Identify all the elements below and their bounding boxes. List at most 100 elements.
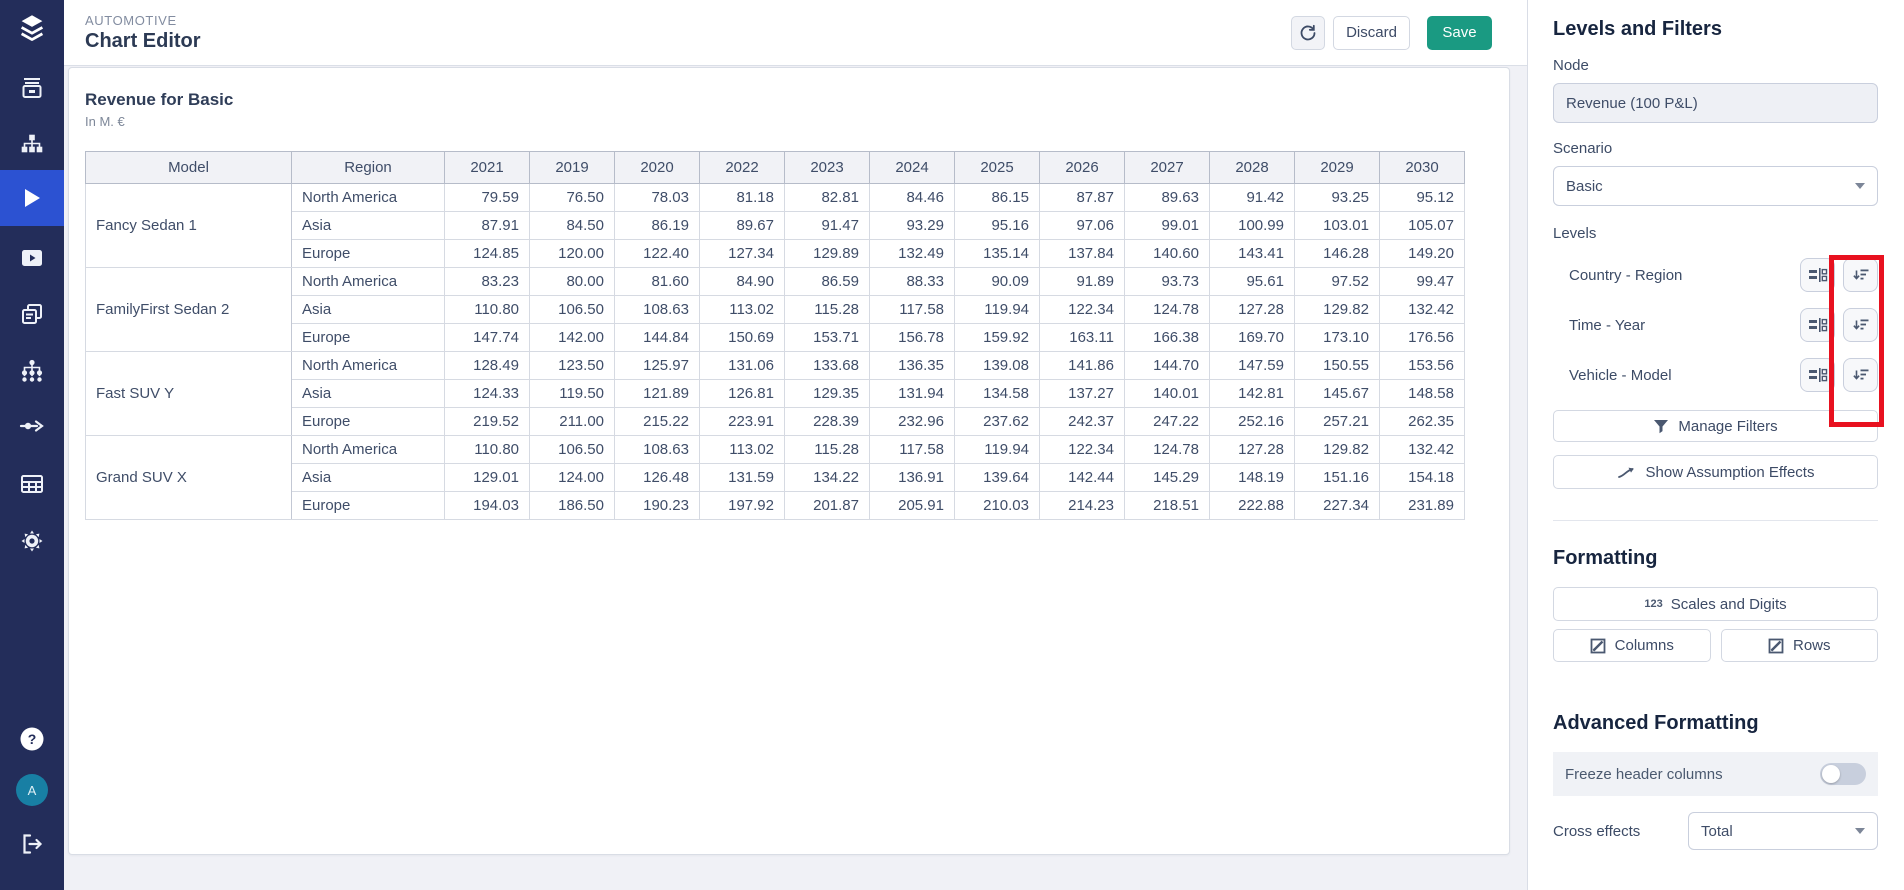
value-cell: 81.18	[700, 184, 785, 212]
sidebar-item-tables[interactable]	[0, 462, 64, 506]
value-cell: 144.84	[615, 324, 700, 352]
layers-logo-icon	[18, 13, 46, 43]
sidebar-item-network[interactable]	[0, 349, 64, 393]
value-cell: 113.02	[700, 436, 785, 464]
discard-button[interactable]: Discard	[1333, 16, 1410, 50]
section-divider	[1553, 520, 1878, 521]
value-cell: 91.89	[1040, 268, 1125, 296]
value-cell: 103.01	[1295, 212, 1380, 240]
value-cell: 150.69	[700, 324, 785, 352]
value-cell: 87.87	[1040, 184, 1125, 212]
value-cell: 95.12	[1380, 184, 1465, 212]
value-cell: 122.34	[1040, 436, 1125, 464]
manage-filters-button[interactable]: Manage Filters	[1553, 410, 1878, 442]
archive-icon	[20, 76, 44, 100]
levels-filters-panel: Levels and Filters Node Revenue (100 P&L…	[1527, 0, 1904, 890]
value-cell: 127.28	[1210, 436, 1295, 464]
value-cell: 108.63	[615, 436, 700, 464]
value-cell: 147.74	[445, 324, 530, 352]
scenario-select[interactable]: Basic	[1553, 166, 1878, 206]
scenario-label: Scenario	[1553, 140, 1878, 157]
user-avatar[interactable]: A	[0, 768, 64, 812]
level-sort-button[interactable]	[1843, 358, 1878, 392]
value-cell: 115.28	[785, 436, 870, 464]
region-cell: Asia	[292, 212, 445, 240]
level-sort-button[interactable]	[1843, 308, 1878, 342]
value-cell: 149.20	[1380, 240, 1465, 268]
level-sort-button[interactable]	[1843, 258, 1878, 292]
sidebar-item-pages[interactable]	[0, 292, 64, 336]
level-display-button[interactable]	[1800, 358, 1835, 392]
value-cell: 262.35	[1380, 408, 1465, 436]
node-value: Revenue (100 P&L)	[1566, 95, 1698, 112]
sidebar-item-help[interactable]: ?	[0, 717, 64, 761]
sort-descending-icon	[1852, 367, 1870, 383]
node-label: Node	[1553, 57, 1878, 74]
value-cell: 108.63	[615, 296, 700, 324]
node-field[interactable]: Revenue (100 P&L)	[1553, 83, 1878, 123]
table-row: Fast SUV YNorth America128.49123.50125.9…	[86, 352, 1465, 380]
format-columns-button[interactable]: Columns	[1553, 629, 1711, 662]
value-cell: 117.58	[870, 436, 955, 464]
app-logo[interactable]	[0, 6, 64, 50]
value-cell: 142.00	[530, 324, 615, 352]
sidebar-item-settings[interactable]	[0, 519, 64, 563]
show-assumption-effects-button[interactable]: Show Assumption Effects	[1553, 455, 1878, 489]
value-cell: 151.16	[1295, 464, 1380, 492]
format-rows-button[interactable]: Rows	[1721, 629, 1879, 662]
value-cell: 252.16	[1210, 408, 1295, 436]
value-cell: 231.89	[1380, 492, 1465, 520]
logout-button[interactable]	[0, 822, 64, 866]
value-cell: 166.38	[1125, 324, 1210, 352]
value-cell: 142.44	[1040, 464, 1125, 492]
level-row-vehicle-model: Vehicle - Model	[1553, 358, 1878, 392]
value-cell: 119.50	[530, 380, 615, 408]
scales-and-digits-button[interactable]: 123 Scales and Digits	[1553, 587, 1878, 621]
value-cell: 86.15	[955, 184, 1040, 212]
column-header: 2019	[530, 152, 615, 184]
chevron-down-icon	[1855, 828, 1865, 834]
value-cell: 100.99	[1210, 212, 1295, 240]
value-cell: 129.82	[1295, 436, 1380, 464]
value-cell: 145.67	[1295, 380, 1380, 408]
copy-pages-icon	[20, 302, 44, 326]
value-cell: 97.52	[1295, 268, 1380, 296]
breadcrumb: AUTOMOTIVE	[85, 13, 201, 28]
network-icon	[20, 359, 44, 383]
table-row: Fancy Sedan 1North America79.5976.5078.0…	[86, 184, 1465, 212]
value-cell: 211.00	[530, 408, 615, 436]
value-cell: 83.23	[445, 268, 530, 296]
value-cell: 222.88	[1210, 492, 1295, 520]
value-cell: 121.89	[615, 380, 700, 408]
value-cell: 124.78	[1125, 296, 1210, 324]
chart-title: Revenue for Basic	[85, 90, 1493, 110]
sidebar-item-flows[interactable]	[0, 404, 64, 448]
value-cell: 190.23	[615, 492, 700, 520]
cross-effects-select[interactable]: Total	[1688, 812, 1878, 850]
value-cell: 91.47	[785, 212, 870, 240]
filter-icon	[1653, 419, 1669, 434]
level-display-button[interactable]	[1800, 258, 1835, 292]
sidebar-item-presentations[interactable]	[0, 236, 64, 280]
show-assumption-effects-label: Show Assumption Effects	[1646, 464, 1815, 481]
sidebar-item-hierarchy[interactable]	[0, 123, 64, 167]
region-cell: Asia	[292, 380, 445, 408]
region-cell: Europe	[292, 240, 445, 268]
value-cell: 113.02	[700, 296, 785, 324]
level-split-icon	[1808, 367, 1828, 383]
sidebar-item-reports-active[interactable]	[0, 170, 64, 226]
refresh-button[interactable]	[1291, 16, 1325, 50]
level-display-button[interactable]	[1800, 308, 1835, 342]
region-cell: Asia	[292, 464, 445, 492]
value-cell: 93.73	[1125, 268, 1210, 296]
value-cell: 140.01	[1125, 380, 1210, 408]
page-title: Chart Editor	[85, 30, 201, 53]
value-cell: 126.48	[615, 464, 700, 492]
save-button[interactable]: Save	[1427, 16, 1492, 50]
value-cell: 153.71	[785, 324, 870, 352]
value-cell: 205.91	[870, 492, 955, 520]
value-cell: 88.33	[870, 268, 955, 296]
sidebar-item-archive[interactable]	[0, 66, 64, 110]
value-cell: 186.50	[530, 492, 615, 520]
freeze-header-columns-toggle[interactable]	[1820, 763, 1866, 785]
